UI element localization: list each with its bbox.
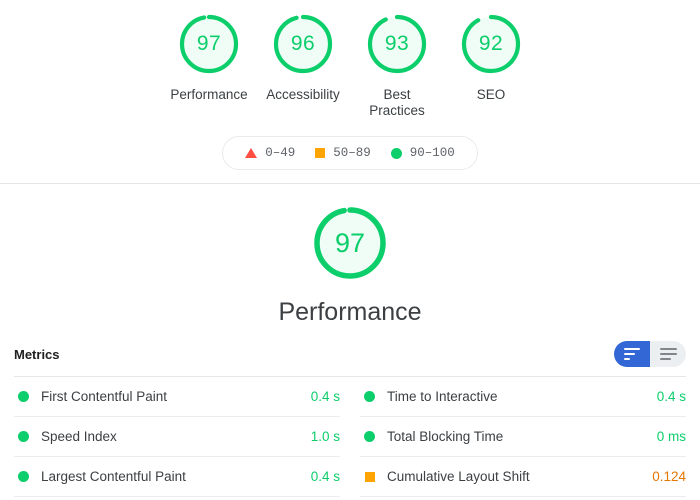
metrics-section: Metrics First Contentful Paint 0.4 s Time … [0,327,700,497]
score-scale-legend-row: 0–49 50–89 90–100 [0,136,700,170]
score-gauge-performance[interactable]: 97 Performance [162,10,256,103]
metric-name: Largest Contentful Paint [41,469,186,484]
list-icon [659,348,677,360]
metric-row[interactable]: First Contentful Paint 0.4 s [14,377,340,417]
metrics-view-toggle[interactable] [614,341,686,367]
legend-item-square: 50–89 [315,146,371,160]
metric-value: 0.4 s [310,469,340,484]
legend-range-label: 0–49 [265,146,296,160]
metric-row[interactable]: Cumulative Layout Shift 0.124 [360,457,686,497]
circle-icon [390,147,402,159]
list-view-toggle[interactable] [650,341,686,367]
square-icon [315,148,326,158]
filter-icon [624,348,640,360]
gauge-score: 93 [384,32,410,55]
category-gauge-wrap: 97 Performance [0,202,700,327]
metric-rating-icon [364,391,375,402]
metric-name: Time to Interactive [387,389,498,404]
gauge-score: 96 [290,32,316,55]
performance-category-title: Performance [278,298,422,326]
performance-gauge-score: 97 [334,227,366,258]
metric-name: Speed Index [41,429,117,444]
metric-value: 1.0 s [310,429,340,444]
gauge-label: SEO [476,87,506,102]
triangle-icon [245,148,258,158]
metric-rating-icon [364,471,375,482]
filter-view-toggle[interactable] [614,341,650,367]
gauge-score: 97 [196,32,222,55]
legend-range-label: 90–100 [409,146,455,160]
metrics-list: First Contentful Paint 0.4 s Time to Inter… [0,377,700,497]
gauge-label: Performance [170,87,248,102]
score-gauge-list: 97 Performance 96 Accessibility 93 Best Pract… [0,10,700,119]
metric-row[interactable]: Time to Interactive 0.4 s [360,377,686,417]
gauge-ring: 97 [175,10,243,78]
scores-summary-section: 97 Performance 96 Accessibility 93 Best Pract… [0,0,700,184]
score-scale-legend: 0–49 50–89 90–100 [222,136,478,170]
score-gauge-best-practices[interactable]: 93 Best Practices [350,10,444,119]
metric-name: First Contentful Paint [41,389,168,404]
gauge-score: 92 [478,32,504,55]
performance-gauge: 97 [309,202,391,284]
metric-rating-icon [18,391,29,402]
metrics-header: Metrics [0,327,700,367]
metric-value: 0.124 [652,469,686,484]
metric-value: 0.4 s [656,389,686,404]
gauge-label: Best Practices [369,87,425,118]
gauge-ring: 93 [363,10,431,78]
metric-name: Total Blocking Time [387,429,504,444]
score-gauge-accessibility[interactable]: 96 Accessibility [256,10,350,103]
metrics-heading: Metrics [14,346,60,362]
metric-value: 0 ms [656,429,686,444]
legend-item-triangle: 0–49 [245,146,295,160]
gauge-label: Accessibility [266,87,340,102]
metric-value: 0.4 s [310,389,340,404]
metric-row[interactable]: Largest Contentful Paint 0.4 s [14,457,340,497]
gauge-ring: 96 [269,10,337,78]
metric-row[interactable]: Speed Index 1.0 s [14,417,340,457]
metric-name: Cumulative Layout Shift [387,469,530,484]
gauge-ring: 92 [457,10,525,78]
legend-range-label: 50–89 [333,146,371,160]
legend-item-circle: 90–100 [390,146,455,160]
performance-category-section: 97 Performance [0,184,700,327]
metric-rating-icon [364,431,375,442]
metric-rating-icon [18,431,29,442]
metric-row[interactable]: Total Blocking Time 0 ms [360,417,686,457]
score-gauge-seo[interactable]: 92 SEO [444,10,538,103]
metric-rating-icon [18,471,29,482]
